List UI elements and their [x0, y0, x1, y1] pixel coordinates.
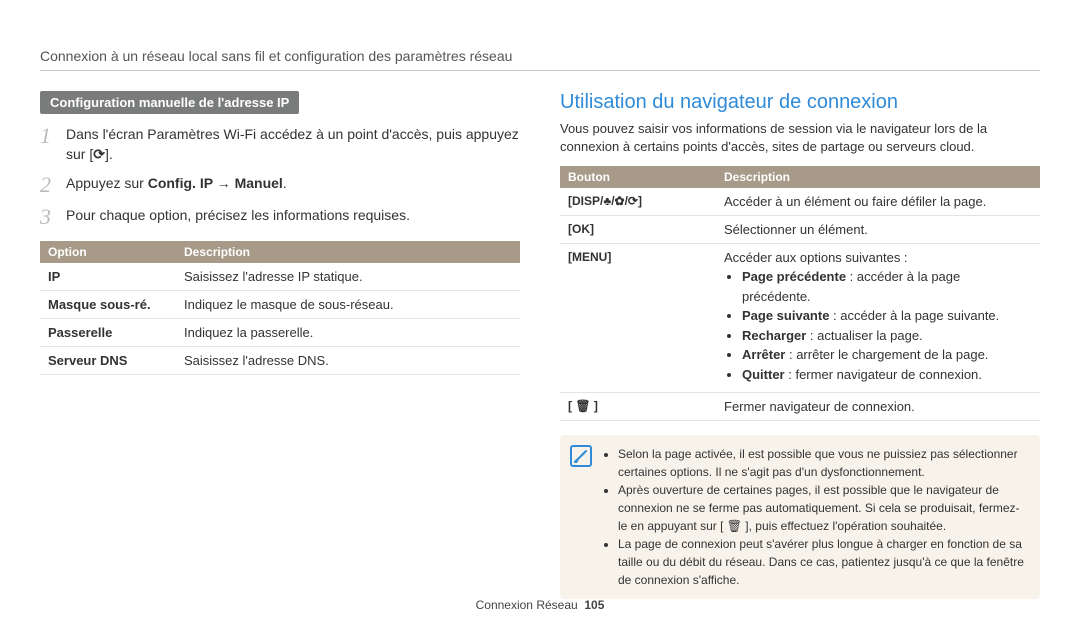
table-row: [ 🗑 ] Fermer navigateur de connexion. [560, 393, 1040, 421]
button-desc: Sélectionner un élément. [716, 216, 1040, 244]
button-label: [DISP/♣/✿/⟳] [560, 188, 716, 216]
table-header-row: Bouton Description [560, 166, 1040, 188]
table-row: Masque sous-ré.Indiquez le masque de sou… [40, 290, 520, 318]
intro-text: Vous pouvez saisir vos informations de s… [560, 120, 1040, 156]
column-right: Utilisation du navigateur de connexion V… [560, 91, 1040, 599]
button-label: [MENU] [560, 244, 716, 393]
note-item: Après ouverture de certaines pages, il e… [618, 481, 1026, 535]
section-heading: Utilisation du navigateur de connexion [560, 91, 1040, 114]
buttons-table: Bouton Description [DISP/♣/✿/⟳] Accéder … [560, 166, 1040, 421]
options-table: Option Description IPSaisissez l'adresse… [40, 241, 520, 375]
chapter-breadcrumb: Connexion à un réseau local sans fil et … [40, 48, 1040, 64]
list-item: Page précédente : accéder à la page préc… [742, 267, 1032, 306]
table-header-row: Option Description [40, 241, 520, 263]
content-columns: Configuration manuelle de l'adresse IP 1… [40, 91, 1040, 599]
timer-icon: ⟳ [93, 146, 105, 162]
step-list: 1 Dans l'écran Paramètres Wi-Fi accédez … [40, 124, 520, 229]
divider [40, 70, 1040, 71]
step-number: 1 [40, 124, 66, 148]
button-desc: Fermer navigateur de connexion. [716, 393, 1040, 421]
step-text: Pour chaque option, précisez les informa… [66, 205, 410, 225]
list-item: Arrêter : arrêter le chargement de la pa… [742, 345, 1032, 365]
note-list: Selon la page activée, il est possible q… [618, 445, 1026, 589]
step-number: 2 [40, 173, 66, 197]
table-row: [OK] Sélectionner un élément. [560, 216, 1040, 244]
button-desc: Accéder à un élément ou faire défiler la… [716, 188, 1040, 216]
table-row: PasserelleIndiquez la passerelle. [40, 318, 520, 346]
table-row: [DISP/♣/✿/⟳] Accéder à un élément ou fai… [560, 188, 1040, 216]
table-row: [MENU] Accéder aux options suivantes : P… [560, 244, 1040, 393]
column-left: Configuration manuelle de l'adresse IP 1… [40, 91, 520, 599]
list-item: Recharger : actualiser la page. [742, 326, 1032, 346]
button-label: [OK] [560, 216, 716, 244]
col-option: Option [40, 241, 176, 263]
page-number: 105 [584, 598, 604, 612]
table-row: IPSaisissez l'adresse IP statique. [40, 263, 520, 291]
col-description: Description [716, 166, 1040, 188]
step-text: Appuyez sur Config. IP → Manuel. [66, 173, 287, 193]
note-icon [570, 445, 592, 467]
list-item: Page suivante : accéder à la page suivan… [742, 306, 1032, 326]
page-root: Connexion à un réseau local sans fil et … [0, 0, 1080, 630]
page-footer: Connexion Réseau 105 [0, 598, 1080, 612]
button-desc: Accéder aux options suivantes : Page pré… [716, 244, 1040, 393]
list-item: Quitter : fermer navigateur de connexion… [742, 365, 1032, 385]
step-item: 3 Pour chaque option, précisez les infor… [40, 205, 520, 229]
step-number: 3 [40, 205, 66, 229]
note-item: Selon la page activée, il est possible q… [618, 445, 1026, 481]
note-box: Selon la page activée, il est possible q… [560, 435, 1040, 599]
step-item: 2 Appuyez sur Config. IP → Manuel. [40, 173, 520, 197]
col-description: Description [176, 241, 520, 263]
button-label: [ 🗑 ] [560, 393, 716, 421]
section-pill: Configuration manuelle de l'adresse IP [40, 91, 299, 114]
step-item: 1 Dans l'écran Paramètres Wi-Fi accédez … [40, 124, 520, 165]
col-bouton: Bouton [560, 166, 716, 188]
step-text: Dans l'écran Paramètres Wi-Fi accédez à … [66, 124, 520, 165]
table-row: Serveur DNSSaisissez l'adresse DNS. [40, 346, 520, 374]
note-item: La page de connexion peut s'avérer plus … [618, 535, 1026, 589]
footer-label: Connexion Réseau [476, 598, 578, 612]
